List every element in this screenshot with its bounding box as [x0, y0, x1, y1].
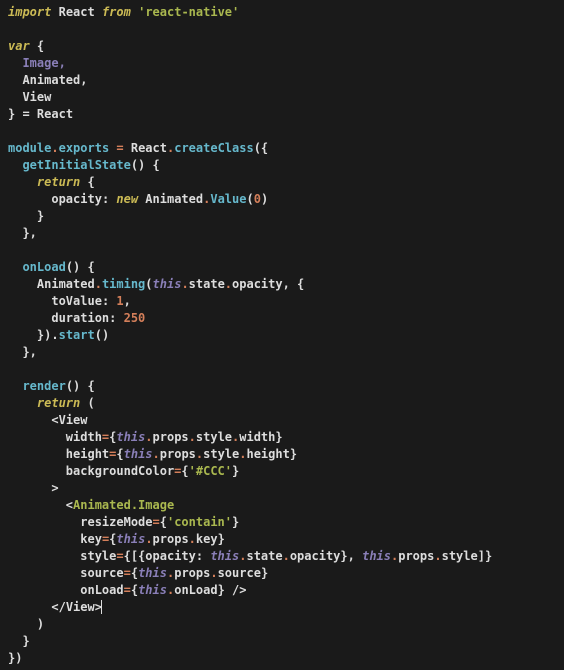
code-line: width={this.props.style.width}: [8, 430, 283, 444]
code-line: ): [8, 617, 44, 631]
code-line: } = React: [8, 107, 73, 121]
code-line: return {: [8, 175, 95, 189]
code-line: Image,: [8, 56, 66, 70]
code-line: var {: [8, 39, 44, 53]
code-editor[interactable]: import React from 'react-native' var { I…: [8, 4, 556, 667]
code-line: }: [8, 634, 30, 648]
code-line: }): [8, 651, 22, 665]
code-line: style={[{opacity: this.state.opacity}, t…: [8, 549, 492, 563]
code-line: key={this.props.key}: [8, 532, 225, 546]
code-line: height={this.props.style.height}: [8, 447, 297, 461]
code-line: },: [8, 345, 37, 359]
code-line: toValue: 1,: [8, 294, 131, 308]
code-line: onLoad={this.onLoad} />: [8, 583, 246, 597]
code-line: }: [8, 209, 44, 223]
code-line: getInitialState() {: [8, 158, 160, 172]
code-line: resizeMode={'contain'}: [8, 515, 239, 529]
code-line: },: [8, 226, 37, 240]
code-line: <Animated.Image: [8, 498, 174, 512]
code-line: import React from 'react-native': [8, 5, 239, 19]
code-line: Animated,: [8, 73, 87, 87]
code-line: >: [8, 481, 59, 495]
code-line: render() {: [8, 379, 95, 393]
code-line: module.exports = React.createClass({: [8, 141, 268, 155]
code-line: </View>: [8, 600, 102, 614]
code-line: View: [8, 90, 51, 104]
code-line: onLoad() {: [8, 260, 95, 274]
code-line: Animated.timing(this.state.opacity, {: [8, 277, 304, 291]
code-line: backgroundColor={'#CCC'}: [8, 464, 239, 478]
code-line: }).start(): [8, 328, 109, 342]
code-line: source={this.props.source}: [8, 566, 268, 580]
code-line: duration: 250: [8, 311, 145, 325]
code-line: <View: [8, 413, 88, 427]
text-cursor: [101, 600, 102, 614]
code-line: opacity: new Animated.Value(0): [8, 192, 268, 206]
code-line: return (: [8, 396, 95, 410]
